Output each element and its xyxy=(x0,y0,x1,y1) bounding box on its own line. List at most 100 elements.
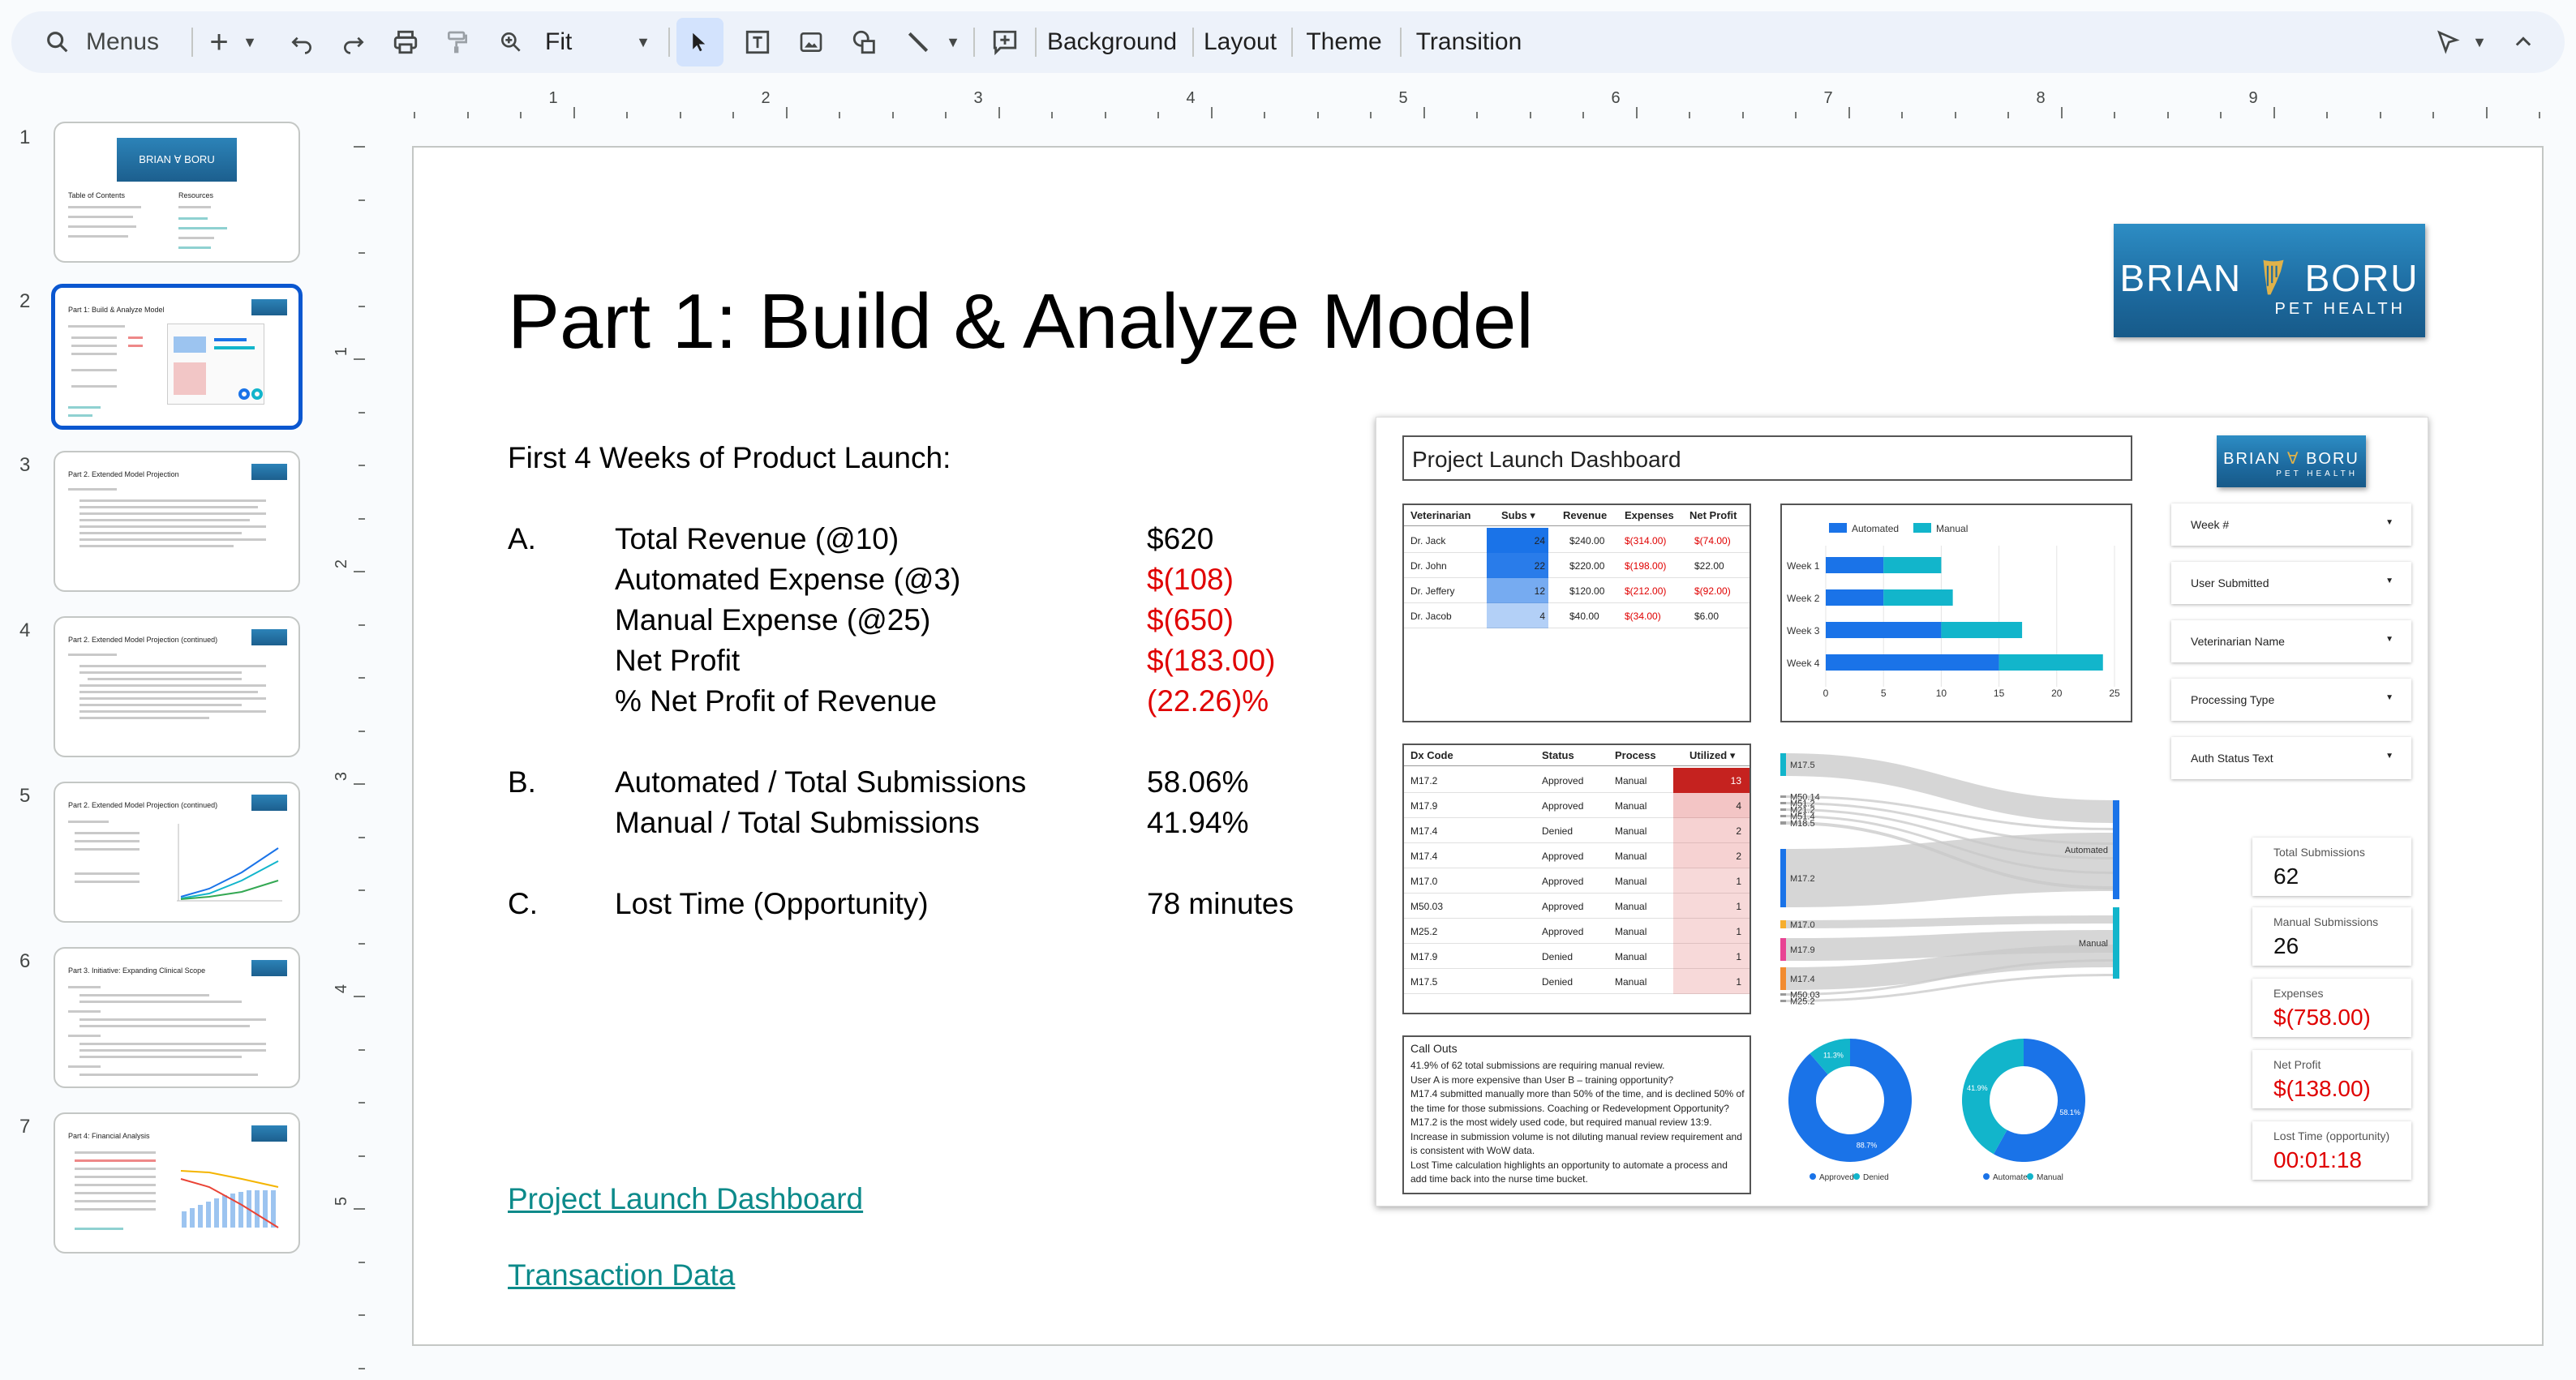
table-row[interactable]: M25.2 Approved Manual 1 xyxy=(1404,919,1750,944)
filter-dropdown[interactable]: User Submitted ▼ xyxy=(2171,562,2411,604)
kpi-label: Expenses xyxy=(2273,987,2324,1000)
ruler-number: 3 xyxy=(973,89,983,107)
zoom-select[interactable]: Fit ▼ xyxy=(537,11,659,73)
caret-down-icon: ▼ xyxy=(2385,576,2394,585)
line-button[interactable] xyxy=(897,11,939,73)
sankey-target-label: Automated xyxy=(2065,846,2108,855)
undo-button[interactable] xyxy=(281,11,323,73)
dx-code: M17.4 xyxy=(1410,851,1438,862)
layout-button[interactable]: Layout xyxy=(1199,11,1282,73)
select-tool-button[interactable] xyxy=(676,18,723,66)
dx-code: M17.0 xyxy=(1410,876,1438,887)
ruler-tick xyxy=(358,889,365,891)
filter-dropdown[interactable]: Veterinarian Name ▼ xyxy=(2171,620,2411,662)
dx-utilized: 4 xyxy=(1736,800,1741,812)
table-row[interactable]: M17.2 Approved Manual 13 xyxy=(1404,768,1750,793)
new-slide-button[interactable]: + xyxy=(201,11,237,73)
table-row[interactable]: Dr. John 22 $220.00 $(198.00) $22.00 xyxy=(1404,553,1750,578)
filter-dropdown[interactable]: Week # ▼ xyxy=(2171,504,2411,546)
search-menus[interactable]: Menus xyxy=(29,11,191,73)
table-row[interactable]: M17.4 Approved Manual 2 xyxy=(1404,843,1750,868)
section-letter: B. xyxy=(508,765,536,799)
horizontal-ruler[interactable]: 1 2 3 4 5 6 7 8 9 xyxy=(365,89,2576,118)
slide-thumbnail-1[interactable]: BRIAN ∀ BORU Table of Contents Resources xyxy=(54,122,300,263)
x-tick-label: 5 xyxy=(1881,688,1887,699)
vertical-ruler[interactable]: 1 2 3 4 5 xyxy=(328,122,365,1380)
slide-title[interactable]: Part 1: Build & Analyze Model xyxy=(508,277,1534,366)
table-row[interactable]: M17.4 Denied Manual 2 xyxy=(1404,818,1750,843)
theme-button[interactable]: Theme xyxy=(1299,11,1389,73)
caret-down-icon: ▼ xyxy=(2385,693,2394,702)
vet-expenses: $(198.00) xyxy=(1625,560,1667,572)
slide-thumbnail-2[interactable]: Part 1: Build & Analyze Model xyxy=(51,284,303,430)
table-row[interactable]: M17.9 Denied Manual 1 xyxy=(1404,944,1750,969)
brand-logo-text-left: BRIAN xyxy=(2119,257,2243,299)
table-row[interactable]: Dr. Jacob 4 $40.00 $(34.00) $6.00 xyxy=(1404,603,1750,628)
pointer-mode-dropdown[interactable]: ▼ xyxy=(2467,11,2492,73)
legend-swatch xyxy=(1913,523,1931,533)
slide-thumbnail-5[interactable]: Part 2. Extended Model Projection (conti… xyxy=(54,782,300,923)
legend-label: Manual xyxy=(1936,523,1968,534)
sankey-source-node xyxy=(1780,802,1786,804)
donut-legend-label: Automated xyxy=(1993,1173,2032,1182)
background-button[interactable]: Background xyxy=(1041,11,1183,73)
table-row[interactable]: Dr. Jeffery 12 $120.00 $(212.00) $(92.00) xyxy=(1404,578,1750,603)
metric-value: $620 xyxy=(1147,522,1214,555)
ruler-tick xyxy=(1264,112,1265,118)
line-dropdown[interactable]: ▼ xyxy=(941,11,965,73)
sankey-diagram: M17.5M50.14M51.2M21.2M51.4M18.5M17.2M17.… xyxy=(1780,753,2119,1007)
slide-thumbnail-3[interactable]: Part 2. Extended Model Projection xyxy=(54,451,300,592)
vet-revenue: $240.00 xyxy=(1569,535,1605,546)
table-row[interactable]: M17.0 Approved Manual 1 xyxy=(1404,868,1750,894)
pointer-mode-button[interactable] xyxy=(2427,11,2469,73)
transition-button[interactable]: Transition xyxy=(1410,11,1528,73)
comment-button[interactable] xyxy=(981,11,1028,73)
redo-button[interactable] xyxy=(333,11,375,73)
slide-thumbnail-4[interactable]: Part 2. Extended Model Projection (conti… xyxy=(54,616,300,757)
ruler-tick xyxy=(2326,112,2328,118)
slide-thumbnail-6[interactable]: Part 3. Initiative: Expanding Clinical S… xyxy=(54,947,300,1088)
metric-label: Total Revenue (@10) xyxy=(615,522,899,555)
dashboard-brand-logo: BRIAN ∀ BORU PET HEALTH xyxy=(2217,435,2366,487)
dx-process: Manual xyxy=(1615,825,1647,837)
sankey-source-node xyxy=(1780,993,1786,996)
ruler-tick xyxy=(414,112,415,118)
paint-format-button[interactable] xyxy=(436,11,479,73)
brand-logo[interactable]: BRIAN BORU PET HEALTH xyxy=(2114,224,2425,337)
shape-button[interactable] xyxy=(844,11,886,73)
ruler-tick xyxy=(839,112,840,118)
metric-value: 58.06% xyxy=(1147,765,1249,799)
filter-dropdown[interactable]: Auth Status Text ▼ xyxy=(2171,737,2411,779)
table-row[interactable]: M17.5 Denied Manual 1 xyxy=(1404,969,1750,994)
sankey-source-label: M18.5 xyxy=(1790,819,1815,829)
kpi-card: Expenses $(758.00) xyxy=(2252,979,2411,1037)
new-slide-dropdown[interactable]: ▼ xyxy=(237,11,263,73)
zoom-button[interactable] xyxy=(490,11,532,73)
filter-dropdown[interactable]: Processing Type ▼ xyxy=(2171,679,2411,721)
text-box-button[interactable] xyxy=(736,11,779,73)
project-launch-dashboard-link[interactable]: Project Launch Dashboard xyxy=(508,1182,863,1216)
ruler-tick xyxy=(358,836,365,838)
print-button[interactable] xyxy=(384,11,427,73)
table-row[interactable]: M50.03 Approved Manual 1 xyxy=(1404,894,1750,919)
collapse-toolbar-button[interactable] xyxy=(2503,11,2544,73)
veterinarian-table: Veterinarian Subs ▾ Revenue Expenses Net… xyxy=(1402,504,1751,722)
ruler-tick xyxy=(1316,112,1319,118)
legend-dot xyxy=(1810,1173,1816,1180)
vet-subs: 24 xyxy=(1534,535,1545,546)
undo-icon xyxy=(291,36,311,54)
dx-status: Approved xyxy=(1542,775,1584,786)
table-row[interactable]: M17.9 Approved Manual 4 xyxy=(1404,793,1750,818)
dx-utilized: 1 xyxy=(1736,951,1741,962)
insert-image-button[interactable] xyxy=(790,11,832,73)
zoom-icon xyxy=(501,32,521,52)
transaction-data-link[interactable]: Transaction Data xyxy=(508,1258,735,1292)
slide-thumbnail-7[interactable]: Part 4: Financial Analysis xyxy=(54,1112,300,1254)
ruler-tick xyxy=(2485,107,2488,118)
table-row[interactable]: Dr. Jack 24 $240.00 $(314.00) $(74.00) xyxy=(1404,528,1750,553)
vet-net-profit: $6.00 xyxy=(1694,611,1719,622)
dashboard-image[interactable]: Project Launch Dashboard BRIAN ∀ BORU PE… xyxy=(1376,417,2428,1206)
ruler-tick xyxy=(358,411,365,414)
vet-subs: 22 xyxy=(1534,560,1545,572)
ruler-tick xyxy=(2220,112,2222,118)
